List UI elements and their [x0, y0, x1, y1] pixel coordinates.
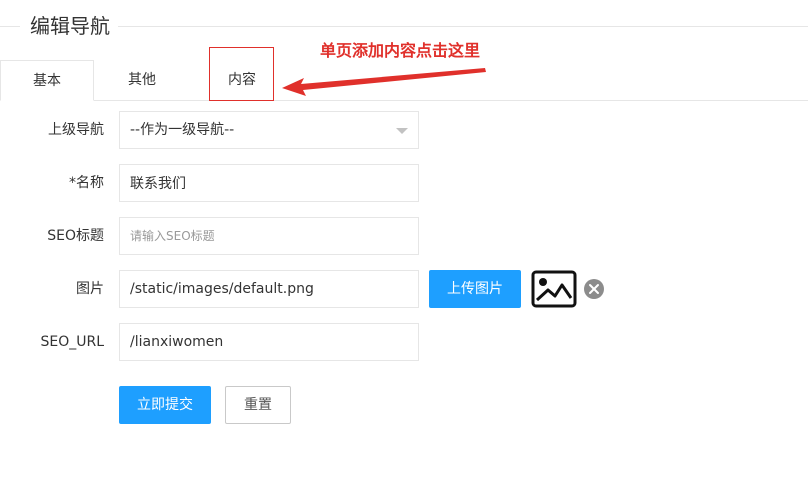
form-row-seo-title: SEO标题 [0, 217, 808, 255]
seo-title-label: SEO标题 [47, 228, 104, 244]
caret-down-icon [396, 128, 408, 134]
parent-nav-select[interactable]: --作为一级导航-- [119, 111, 419, 149]
form-row-parent: 上级导航 --作为一级导航-- [0, 111, 808, 149]
tab-content[interactable]: 内容 [210, 60, 274, 101]
upload-image-button[interactable]: 上传图片 [429, 270, 521, 308]
seo-url-label: SEO_URL [40, 334, 104, 350]
form-row-name: *名称 [0, 164, 808, 202]
image-path-input[interactable] [119, 270, 419, 308]
name-label: *名称 [69, 175, 104, 191]
tab-basic[interactable]: 基本 [0, 60, 94, 101]
form-row-image: 图片 上传图片 [0, 270, 808, 308]
close-circle-icon[interactable] [584, 279, 604, 299]
parent-nav-selected-value: --作为一级导航-- [130, 122, 235, 138]
annotation-arrow-icon [282, 68, 486, 96]
title-divider-left [0, 26, 20, 27]
edit-nav-page: 编辑导航 基本 其他 内容 单页添加内容点击这里 上级导航 --作为一级导航--… [0, 0, 808, 481]
title-divider-right [118, 26, 808, 27]
page-title: 编辑导航 [30, 14, 110, 38]
tab-other[interactable]: 其他 [94, 60, 190, 101]
parent-nav-label: 上级导航 [48, 122, 104, 138]
annotation-text: 单页添加内容点击这里 [320, 41, 481, 60]
seo-url-input[interactable] [119, 323, 419, 361]
image-label: 图片 [76, 281, 104, 297]
submit-button[interactable]: 立即提交 [119, 386, 211, 424]
reset-button[interactable]: 重置 [225, 386, 291, 424]
tab-bar-divider [0, 100, 808, 101]
seo-title-input[interactable] [119, 217, 419, 255]
image-icon[interactable] [531, 270, 577, 308]
name-input[interactable] [119, 164, 419, 202]
form-row-seo-url: SEO_URL [0, 323, 808, 361]
